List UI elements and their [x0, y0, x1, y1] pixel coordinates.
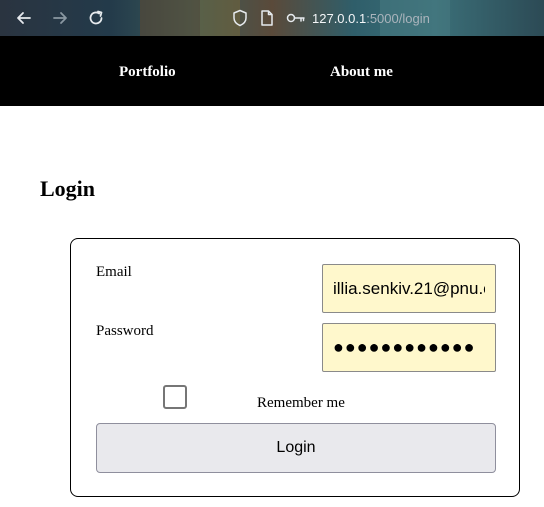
email-field[interactable]: [322, 264, 496, 313]
login-button[interactable]: Login: [96, 423, 496, 473]
key-icon: [286, 13, 305, 23]
remember-me-label: Remember me: [257, 395, 345, 411]
site-navbar: Portfolio About me: [0, 36, 544, 106]
back-button[interactable]: [10, 4, 38, 32]
address-bar[interactable]: 127.0.0.1:5000/login: [232, 4, 430, 32]
nav-link-about-me[interactable]: About me: [330, 36, 393, 106]
email-label: Email: [96, 264, 132, 280]
remember-me-checkbox[interactable]: [163, 385, 187, 409]
theme-texture: [140, 0, 200, 36]
back-arrow-icon: [17, 12, 31, 24]
forward-button[interactable]: [46, 4, 74, 32]
password-label: Password: [96, 323, 154, 339]
url-host: 127.0.0.1: [312, 10, 367, 26]
reload-icon: [89, 10, 103, 25]
reload-button[interactable]: [82, 4, 110, 32]
page-icon: [261, 10, 273, 26]
url-text: 127.0.0.1:5000/login: [312, 11, 430, 26]
url-path: :5000/login: [366, 10, 430, 26]
login-form: Email Password Remember me Login: [70, 238, 520, 497]
password-field[interactable]: [322, 323, 496, 372]
page-title: Login: [40, 176, 96, 201]
browser-toolbar: 127.0.0.1:5000/login: [0, 0, 544, 36]
forward-arrow-icon: [53, 12, 67, 24]
nav-link-portfolio[interactable]: Portfolio: [119, 36, 176, 106]
shield-icon: [233, 9, 247, 27]
